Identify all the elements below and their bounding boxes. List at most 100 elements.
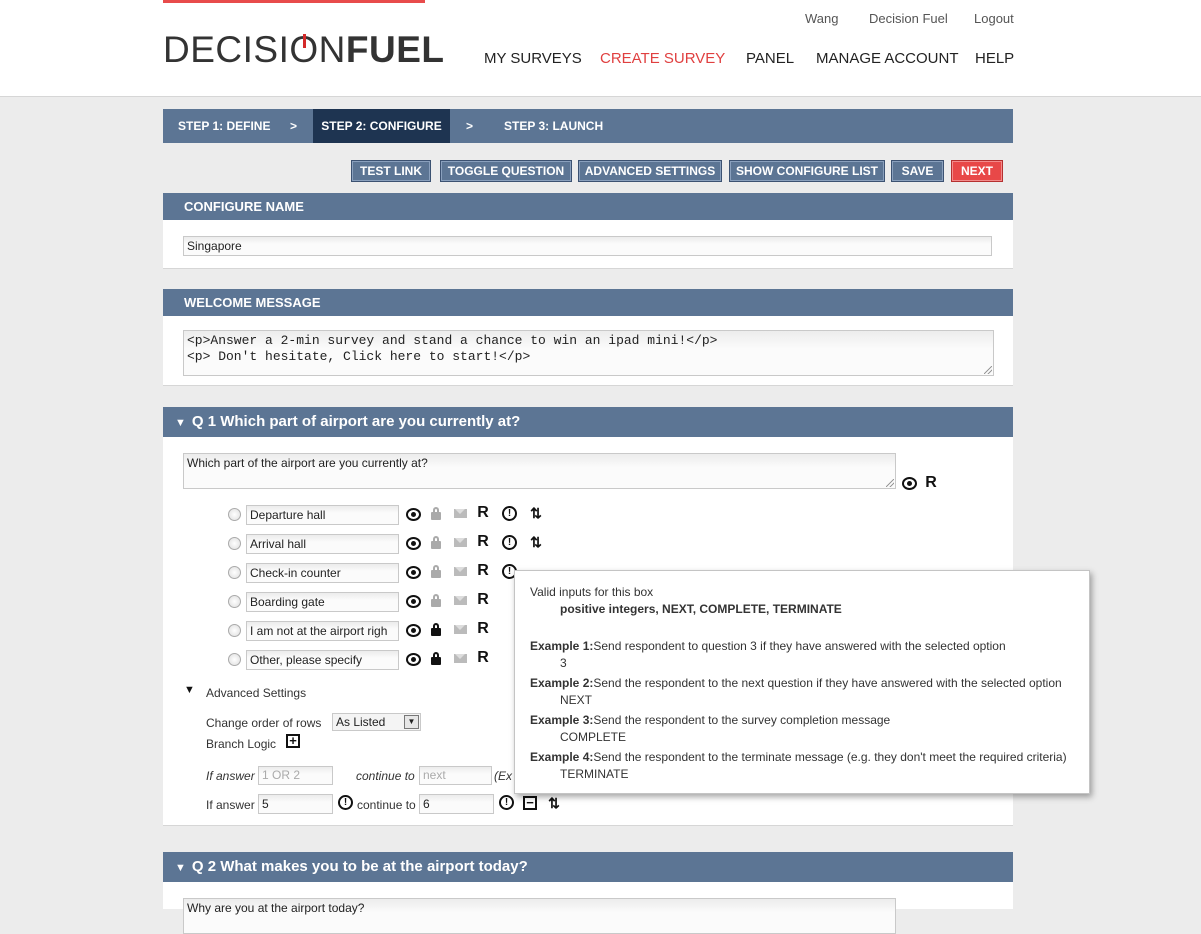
visibility-eye-icon[interactable]: [406, 595, 421, 608]
logo-gauge-o: O: [289, 29, 319, 70]
branch-logic-label: Branch Logic: [206, 737, 277, 751]
nav-manage-account[interactable]: MANAGE ACCOUNT: [816, 50, 959, 67]
lock-closed-icon[interactable]: [429, 622, 445, 638]
option-radio[interactable]: [228, 624, 241, 637]
option-input[interactable]: Arrival hall: [246, 534, 399, 554]
branch-exclamation-icon[interactable]: !: [502, 535, 517, 550]
option-radio[interactable]: [228, 595, 241, 608]
lock-open-icon[interactable]: [429, 506, 445, 522]
advanced-settings-button[interactable]: ADVANCED SETTINGS: [578, 160, 722, 182]
order-rows-select[interactable]: As Listed ▼: [332, 713, 421, 731]
option-radio[interactable]: [228, 653, 241, 666]
swap-icon[interactable]: ⇅: [528, 534, 544, 550]
step-separator: >: [290, 119, 298, 133]
collapse-triangle-icon[interactable]: ▼: [175, 417, 186, 429]
if-answer-input[interactable]: 5: [258, 794, 333, 814]
show-configure-list-button[interactable]: SHOW CONFIGURE LIST: [729, 160, 885, 182]
question-2-text-input[interactable]: Why are you at the airport today?: [183, 898, 896, 934]
option-input[interactable]: Other, please specify: [246, 650, 399, 670]
required-r-icon[interactable]: R: [475, 505, 491, 521]
welcome-message-textarea[interactable]: <p>Answer a 2-min survey and stand a cha…: [183, 330, 994, 376]
swap-icon[interactable]: ⇅: [528, 505, 544, 521]
chevron-down-icon[interactable]: ▼: [404, 715, 419, 729]
question-2-panel: ▼ Q 2 What makes you to be at the airport…: [163, 852, 1013, 934]
visibility-eye-icon[interactable]: [406, 653, 421, 666]
lock-open-icon[interactable]: [429, 593, 445, 609]
branch-exclamation-icon[interactable]: !: [338, 795, 353, 810]
step-launch[interactable]: STEP 3: LAUNCH: [504, 109, 603, 143]
continue-to-input[interactable]: 6: [419, 794, 494, 814]
visibility-eye-icon[interactable]: [406, 537, 421, 550]
swap-icon[interactable]: ⇅: [546, 795, 562, 811]
question-2-header[interactable]: ▼ Q 2 What makes you to be at the airport…: [163, 852, 1013, 882]
mail-icon[interactable]: [454, 625, 467, 634]
user-link[interactable]: Wang: [805, 11, 838, 26]
step-define[interactable]: STEP 1: DEFINE: [178, 109, 270, 143]
collapse-triangle-icon[interactable]: ▼: [175, 862, 186, 874]
lock-open-icon[interactable]: [429, 535, 445, 551]
test-link-button[interactable]: TEST LINK: [351, 160, 431, 182]
save-button[interactable]: SAVE: [891, 160, 944, 182]
option-input[interactable]: Check-in counter: [246, 563, 399, 583]
remove-branch-minus-icon[interactable]: −: [523, 796, 537, 810]
logo[interactable]: DECISIO NFUEL: [163, 30, 444, 70]
resize-grip-icon[interactable]: [984, 366, 992, 374]
branch-exclamation-icon[interactable]: !: [502, 506, 517, 521]
next-button[interactable]: NEXT: [951, 160, 1003, 182]
configure-name-title: CONFIGURE NAME: [163, 193, 1013, 220]
visibility-eye-icon[interactable]: [406, 508, 421, 521]
logout-link[interactable]: Logout: [974, 11, 1014, 26]
nav-panel[interactable]: PANEL: [746, 50, 794, 67]
configure-name-input[interactable]: Singapore: [183, 236, 992, 256]
tooltip-title: Valid inputs for this box: [530, 585, 654, 599]
branch-help-tooltip: Valid inputs for this box positive integ…: [514, 570, 1090, 794]
continue-to-label: continue to: [357, 798, 416, 812]
if-answer-input-placeholder[interactable]: 1 OR 2: [258, 766, 333, 785]
advanced-settings-label[interactable]: Advanced Settings: [206, 686, 306, 700]
lock-open-icon[interactable]: [429, 564, 445, 580]
tooltip-example-1: Example 1:Send respondent to question 3 …: [530, 639, 1006, 653]
required-r-icon[interactable]: R: [475, 650, 491, 666]
nav-help[interactable]: HELP: [975, 50, 1014, 67]
mail-icon[interactable]: [454, 596, 467, 605]
add-branch-plus-icon[interactable]: +: [286, 734, 300, 748]
org-link[interactable]: Decision Fuel: [869, 11, 948, 26]
step-configure[interactable]: STEP 2: CONFIGURE: [313, 109, 450, 143]
required-r-icon[interactable]: R: [475, 621, 491, 637]
nav-my-surveys[interactable]: MY SURVEYS: [484, 50, 582, 67]
option-input[interactable]: Boarding gate: [246, 592, 399, 612]
option-radio[interactable]: [228, 566, 241, 579]
option-input[interactable]: Departure hall: [246, 505, 399, 525]
nav-create-survey[interactable]: CREATE SURVEY: [600, 50, 725, 67]
question-1-text-input[interactable]: Which part of the airport are you curren…: [183, 453, 896, 489]
mail-icon[interactable]: [454, 567, 467, 576]
required-r-icon[interactable]: R: [923, 475, 939, 491]
logo-text-3: FUEL: [345, 29, 445, 70]
required-r-icon[interactable]: R: [475, 534, 491, 550]
visibility-eye-icon[interactable]: [406, 624, 421, 637]
tooltip-example-4-value: TERMINATE: [560, 767, 629, 781]
toggle-question-button[interactable]: TOGGLE QUESTION: [440, 160, 572, 182]
option-radio[interactable]: [228, 508, 241, 521]
question-1-header[interactable]: ▼ Q 1 Which part of airport are you curre…: [163, 407, 1013, 437]
mail-icon[interactable]: [454, 509, 467, 518]
continue-to-input-placeholder[interactable]: next: [419, 766, 492, 785]
option-radio[interactable]: [228, 537, 241, 550]
question-1-text: Which part of the airport are you curren…: [187, 456, 428, 470]
welcome-message-title: WELCOME MESSAGE: [163, 289, 1013, 316]
tooltip-valid-inputs: positive integers, NEXT, COMPLETE, TERMI…: [560, 602, 842, 616]
required-r-icon[interactable]: R: [475, 592, 491, 608]
mail-icon[interactable]: [454, 654, 467, 663]
resize-grip-icon[interactable]: [886, 479, 894, 487]
step-bar: STEP 1: DEFINE > STEP 2: CONFIGURE > STE…: [163, 109, 1013, 143]
lock-closed-icon[interactable]: [429, 651, 445, 667]
visibility-eye-icon[interactable]: [406, 566, 421, 579]
mail-icon[interactable]: [454, 538, 467, 547]
visibility-eye-icon[interactable]: [902, 477, 917, 490]
welcome-message-panel: WELCOME MESSAGE <p>Answer a 2-min survey…: [163, 289, 1013, 386]
required-r-icon[interactable]: R: [475, 563, 491, 579]
option-input[interactable]: I am not at the airport righ: [246, 621, 399, 641]
logo-text-1: DECISI: [163, 29, 290, 70]
branch-exclamation-icon[interactable]: !: [499, 795, 514, 810]
advanced-settings-triangle-icon[interactable]: ▼: [184, 684, 195, 696]
